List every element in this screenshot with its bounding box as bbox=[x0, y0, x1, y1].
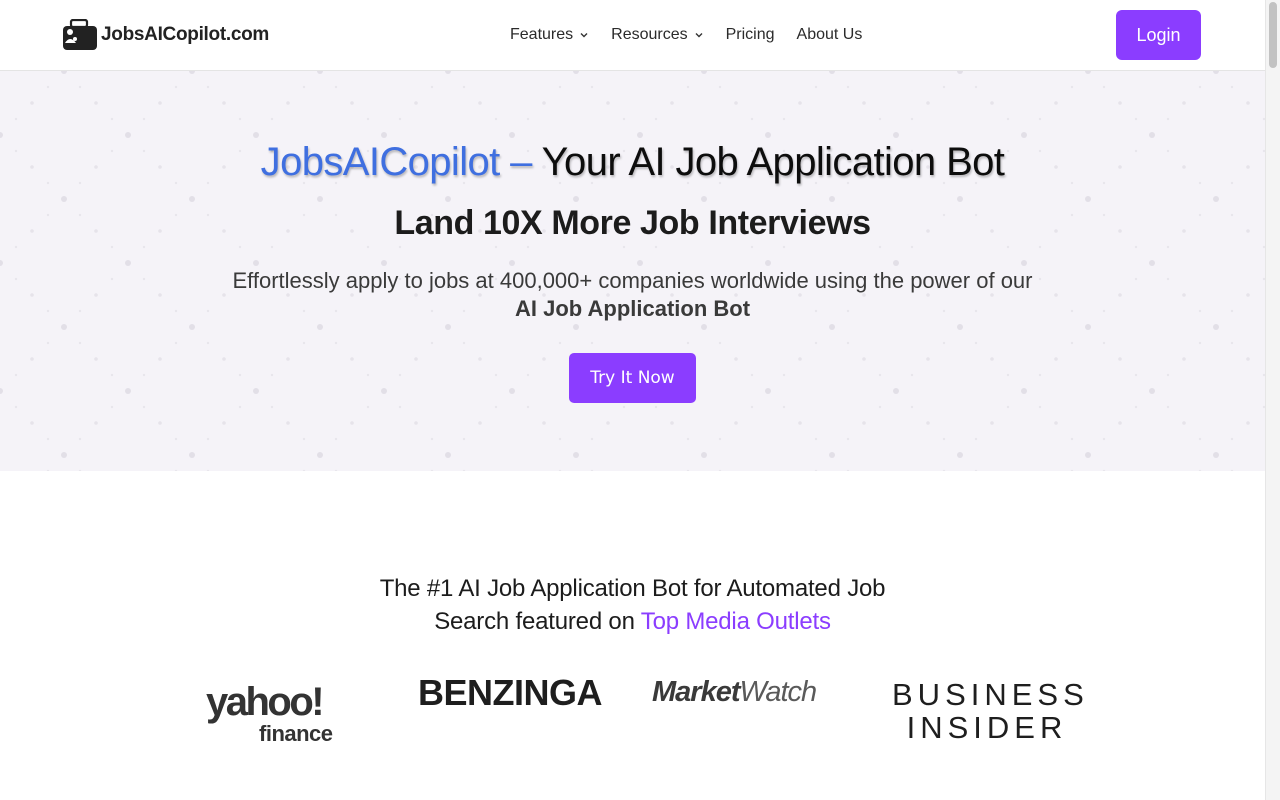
yahoo-logo-text: yahoo! bbox=[206, 680, 325, 724]
nav-pricing[interactable]: Pricing bbox=[726, 26, 775, 44]
finance-logo-text: finance bbox=[259, 721, 333, 746]
hero-title-rest: Your AI Job Application Bot bbox=[541, 140, 1005, 184]
nav-resources-label: Resources bbox=[611, 26, 688, 43]
marketwatch-logo: MarketWatch bbox=[652, 676, 818, 709]
featured-line-1: The #1 AI Job Application Bot for Automa… bbox=[379, 575, 886, 602]
marketwatch-logo-watch: Watch bbox=[739, 676, 818, 708]
site-header: JobsAICopilot.com Features Resources Pri… bbox=[0, 0, 1265, 71]
briefcase-logo-icon bbox=[63, 19, 97, 50]
nav-features-label: Features bbox=[510, 26, 574, 43]
insider-logo-text: INSIDER bbox=[906, 710, 1068, 745]
hero-description-text: Effortlessly apply to jobs at 400,000+ c… bbox=[232, 268, 1033, 293]
yahoo-finance-logo: yahoo! finance bbox=[206, 682, 356, 748]
try-it-now-button[interactable]: Try It Now bbox=[569, 353, 696, 403]
logo-text: JobsAICopilot.com bbox=[101, 24, 270, 45]
login-button[interactable]: Login bbox=[1116, 10, 1201, 60]
nav-about-us[interactable]: About Us bbox=[797, 26, 863, 44]
featured-heading: The #1 AI Job Application Bot for Automa… bbox=[0, 572, 1265, 638]
hero-section: JobsAICopilot – Your AI Job Application … bbox=[0, 71, 1265, 471]
business-insider-logo: BUSINESS INSIDER bbox=[892, 677, 1089, 745]
scrollbar-thumb[interactable] bbox=[1269, 2, 1277, 68]
featured-line-2-accent: Top Media Outlets bbox=[640, 608, 831, 635]
benzinga-logo: BENZINGA bbox=[418, 672, 603, 713]
chevron-down-icon bbox=[695, 33, 703, 38]
business-logo-text: BUSINESS bbox=[892, 677, 1089, 712]
chevron-down-icon bbox=[580, 33, 588, 38]
featured-line-2: Search featured on Top Media Outlets bbox=[0, 605, 1265, 638]
nav-pricing-label: Pricing bbox=[725, 26, 775, 43]
page-scrollbar[interactable] bbox=[1265, 0, 1280, 800]
media-logos: yahoo! finance BENZINGA MarketWatch BUSI… bbox=[0, 672, 1265, 752]
nav-resources[interactable]: Resources bbox=[611, 26, 703, 44]
hero-description-bold: AI Job Application Bot bbox=[514, 296, 751, 321]
hero-title-brand: JobsAICopilot – bbox=[260, 140, 533, 184]
nav-features[interactable]: Features bbox=[510, 26, 589, 44]
hero-description: Effortlessly apply to jobs at 400,000+ c… bbox=[0, 267, 1265, 323]
hero-title: JobsAICopilot – Your AI Job Application … bbox=[0, 140, 1265, 185]
featured-line-2-prefix: Search featured on bbox=[434, 608, 635, 635]
marketwatch-logo-market: Market bbox=[652, 676, 740, 708]
site-logo[interactable]: JobsAICopilot.com bbox=[62, 19, 269, 51]
main-nav: Features Resources Pricing About Us bbox=[510, 24, 884, 46]
hero-subtitle: Land 10X More Job Interviews bbox=[394, 204, 871, 242]
nav-about-us-label: About Us bbox=[796, 26, 863, 43]
